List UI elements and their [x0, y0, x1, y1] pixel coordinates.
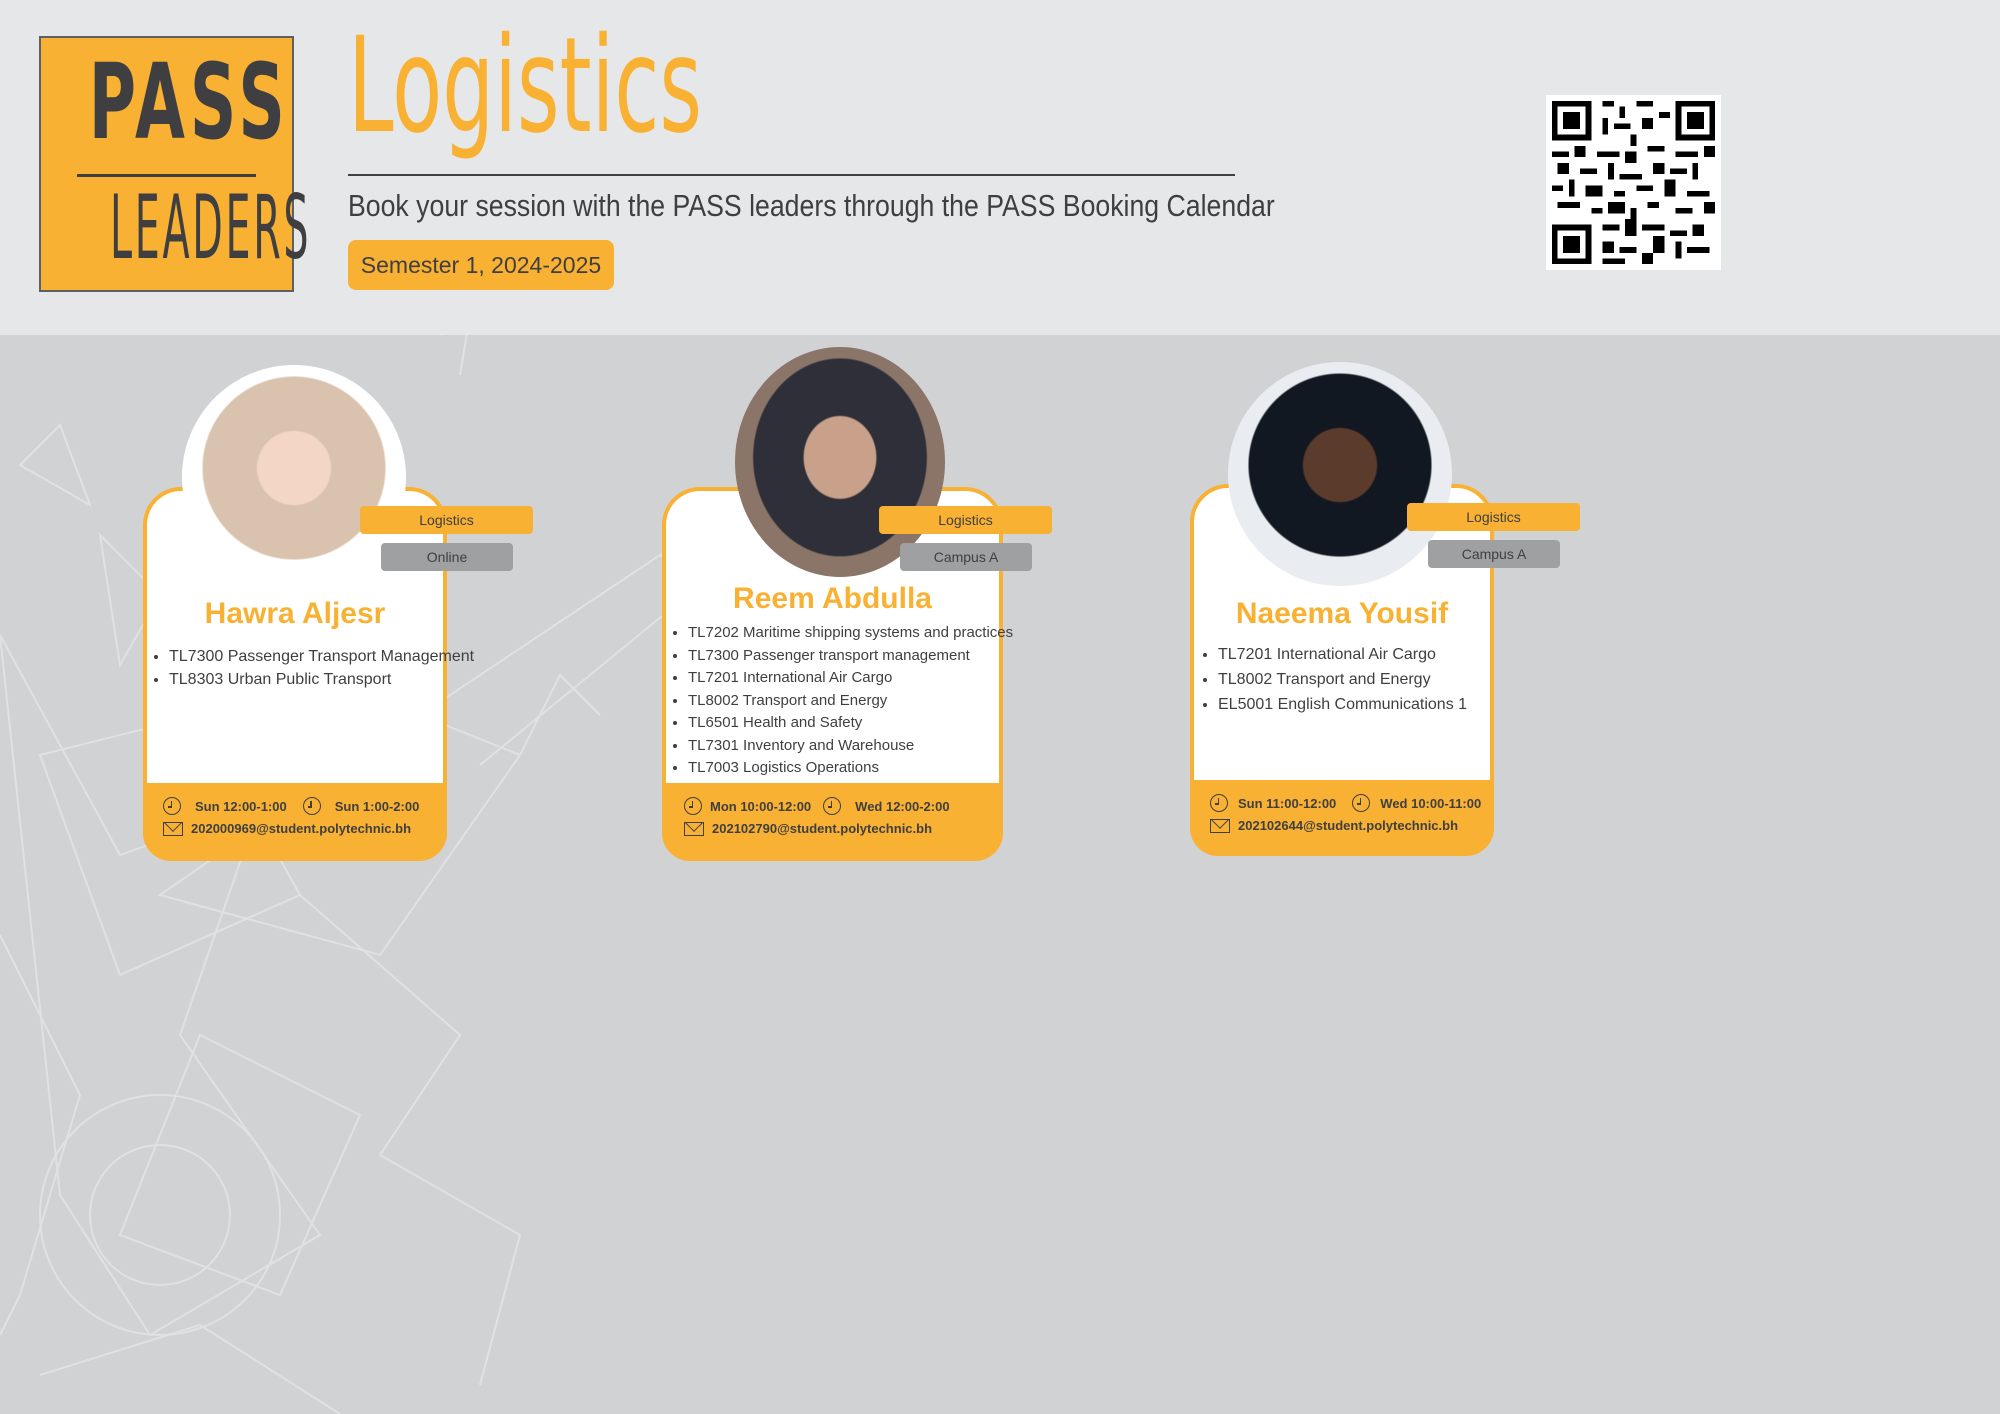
location-tag: Campus A — [1428, 540, 1560, 568]
leader-name: Reem Abdulla — [733, 582, 932, 615]
mail-icon — [684, 821, 704, 836]
page-title: Logistics — [348, 9, 703, 163]
course-item: EL5001 English Communications 1 — [1218, 692, 1467, 717]
schedule-block: Sun 11:00-12:00 Wed 10:00-11:00 20210264… — [1190, 794, 1494, 833]
clock-icon — [1352, 794, 1371, 812]
clock-icon — [1210, 794, 1228, 812]
clock-icon — [163, 797, 181, 815]
course-item: TL7300 Passenger transport management — [688, 645, 1013, 668]
course-item: TL7301 Inventory and Warehouse — [688, 735, 1013, 758]
mail-icon — [163, 821, 183, 836]
booking-subtitle: Book your session with the PASS leaders … — [348, 188, 1275, 223]
subject-tag: Logistics — [360, 506, 533, 534]
session-slot: Sun 1:00-2:00 — [334, 798, 420, 814]
session-slot: Sun 11:00-12:00 — [1238, 795, 1337, 811]
leader-card-naeema: Logistics Campus A Naeema Yousif TL7201 … — [1190, 362, 1580, 856]
session-slot: Sun 12:00-1:00 — [195, 798, 287, 814]
session-slot: Mon 10:00-12:00 — [710, 798, 812, 814]
qr-code-icon — [1552, 101, 1715, 264]
mail-icon — [1210, 818, 1230, 833]
semester-badge: Semester 1, 2024-2025 — [348, 240, 614, 290]
course-item: TL7003 Logistics Operations — [688, 757, 1013, 780]
leader-card-reem: Logistics Campus A Reem Abdulla TL7202 M… — [662, 347, 1052, 861]
header-banner: PASS LEADERS Logistics Book your session… — [0, 0, 2000, 335]
schedule-block: Sun 12:00-1:00 Sun 1:00-2:00 202000969@s… — [143, 797, 447, 836]
clock-icon — [302, 797, 321, 815]
course-list: TL7300 Passenger Transport Management TL… — [149, 646, 474, 691]
course-item: TL6501 Health and Safety — [688, 712, 1013, 735]
course-item: TL7300 Passenger Transport Management — [169, 646, 474, 669]
pass-leaders-logo: PASS LEADERS — [39, 36, 312, 292]
clock-icon — [684, 797, 702, 815]
leader-name: Naeema Yousif — [1235, 597, 1449, 630]
email-link[interactable]: 202102790@student.polytechnic.bh — [712, 821, 932, 836]
leader-photo-avatar — [182, 365, 406, 589]
title-divider — [348, 174, 1235, 176]
qr-code[interactable] — [1546, 95, 1721, 270]
leader-card-hawra: Logistics Online Hawra Aljesr TL7300 Pas… — [143, 365, 533, 861]
session-slot: Wed 10:00-11:00 — [1380, 795, 1482, 811]
email-link[interactable]: 202102644@student.polytechnic.bh — [1238, 818, 1458, 833]
session-slot: Wed 12:00-2:00 — [855, 798, 950, 814]
course-list: TL7201 International Air Cargo TL8002 Tr… — [1198, 642, 1467, 717]
logo-pass-text: PASS — [88, 41, 290, 163]
course-item: TL7201 International Air Cargo — [688, 667, 1013, 690]
subject-tag: Logistics — [1407, 503, 1580, 531]
course-list: TL7202 Maritime shipping systems and pra… — [668, 622, 1013, 780]
schedule-block: Mon 10:00-12:00 Wed 12:00-2:00 202102790… — [662, 797, 1003, 836]
leader-photo-avatar — [1228, 362, 1452, 586]
logo-leaders-text: LEADERS — [110, 176, 312, 279]
course-item: TL8002 Transport and Energy — [1218, 667, 1467, 692]
course-item: TL8002 Transport and Energy — [688, 690, 1013, 713]
clock-icon — [823, 797, 842, 815]
email-link[interactable]: 202000969@student.polytechnic.bh — [191, 821, 411, 836]
course-item: TL7202 Maritime shipping systems and pra… — [688, 622, 1013, 645]
location-tag: Campus A — [900, 543, 1032, 571]
location-tag: Online — [381, 543, 513, 571]
course-item: TL8303 Urban Public Transport — [169, 669, 474, 692]
course-item: TL7201 International Air Cargo — [1218, 642, 1467, 667]
leader-name: Hawra Aljesr — [204, 597, 386, 630]
subject-tag: Logistics — [879, 506, 1052, 534]
